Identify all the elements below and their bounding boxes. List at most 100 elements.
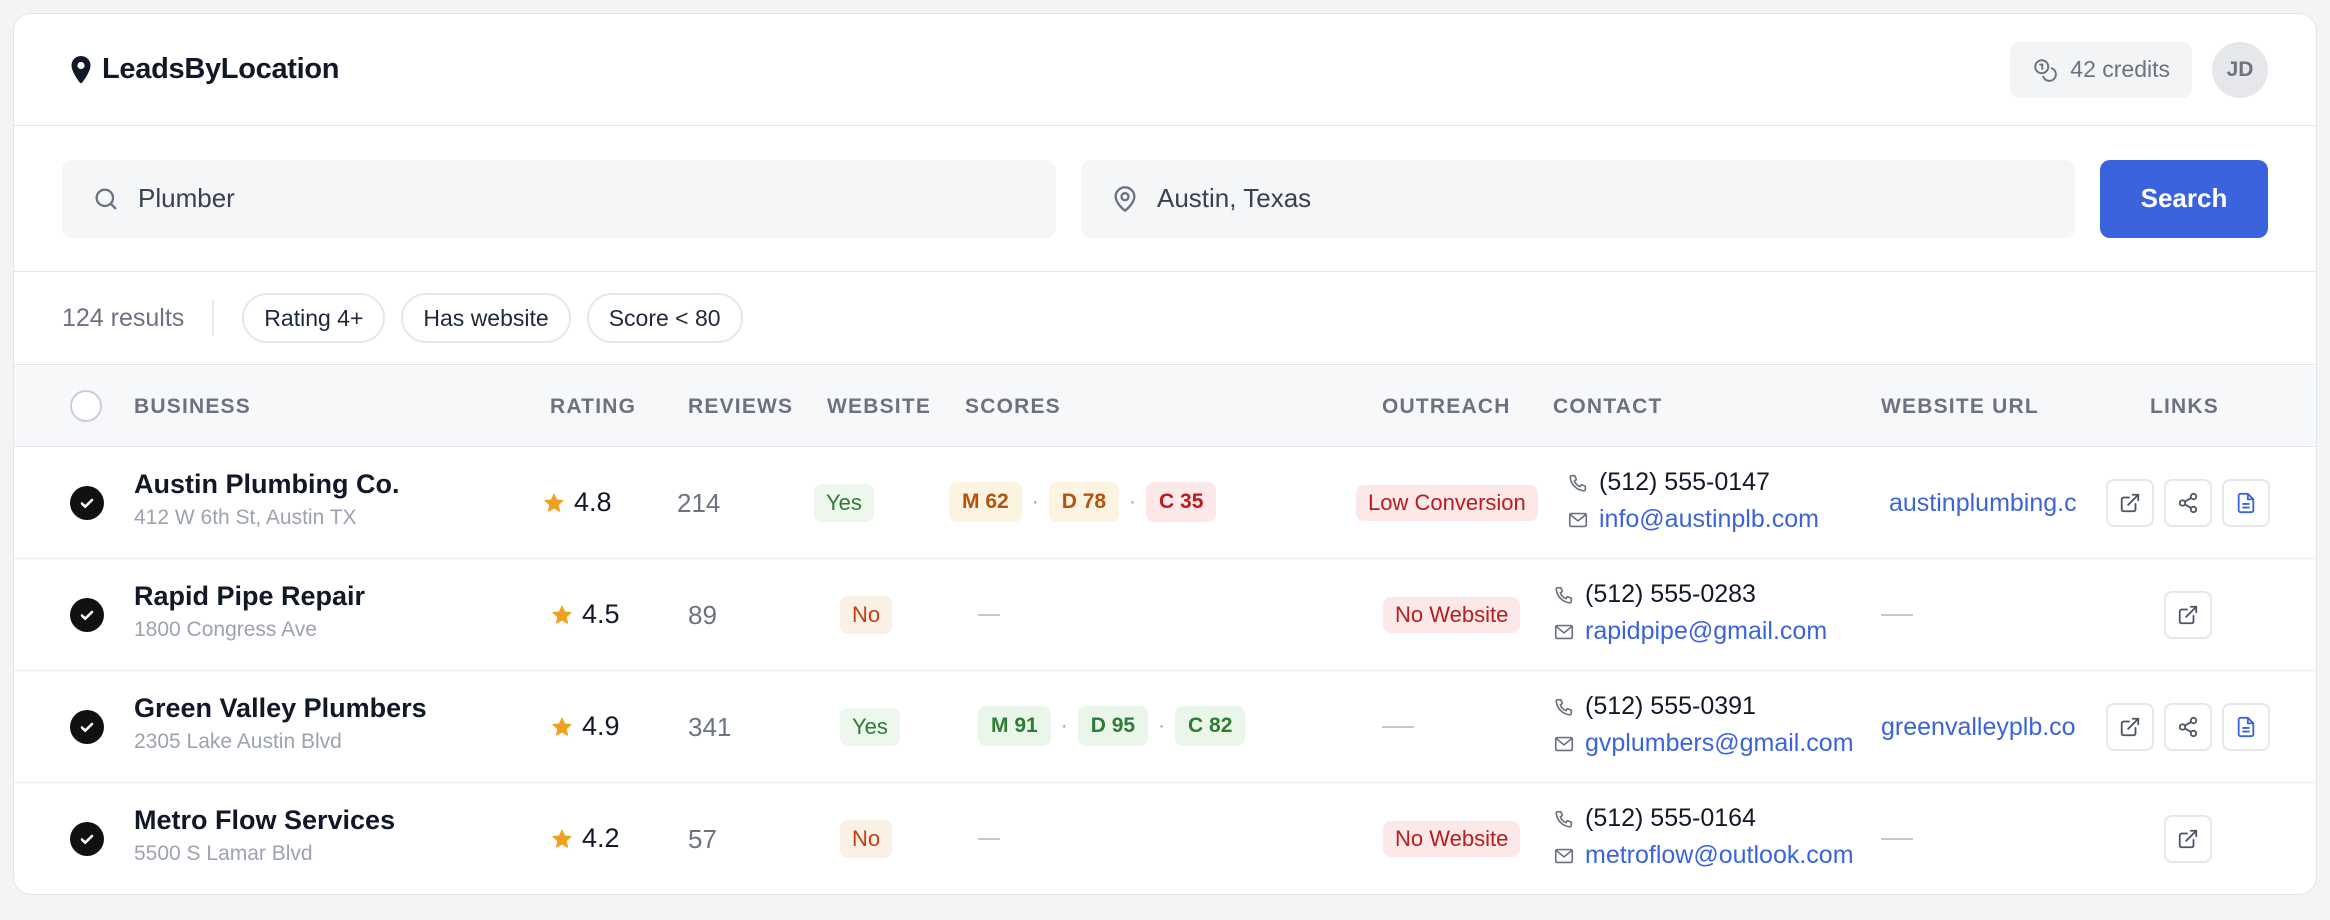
contact-email[interactable]: metroflow@outlook.com: [1553, 841, 1854, 870]
search-icon: [95, 188, 117, 209]
select-all-checkbox[interactable]: [70, 390, 102, 422]
external-link-icon: [2178, 829, 2198, 849]
check-icon: [80, 498, 94, 508]
star-icon: [544, 492, 564, 512]
brand[interactable]: LeadsByLocation: [69, 53, 340, 86]
rating-value: 4.2: [582, 823, 620, 853]
column-rating[interactable]: RATING: [550, 366, 636, 447]
filter-chip-rating[interactable]: Rating 4+: [242, 293, 386, 343]
column-reviews[interactable]: REVIEWS: [688, 366, 793, 447]
star-icon: [552, 828, 572, 848]
location-pin-icon: [1114, 185, 1136, 212]
location-input[interactable]: Austin, Texas: [1081, 159, 2075, 238]
location-value: Austin, Texas: [1157, 183, 1312, 213]
contact-phone[interactable]: (512) 555-0283: [1553, 580, 1827, 609]
empty-scores: [978, 838, 1000, 840]
credits-text: 42 credits: [2070, 56, 2170, 82]
website-status-badge: Yes: [840, 708, 900, 746]
rating-value: 4.8: [574, 487, 612, 517]
column-website-url[interactable]: WEBSITE URL: [1881, 366, 2039, 447]
table-row[interactable]: Metro Flow Services 5500 S Lamar Blvd 4.…: [14, 783, 2316, 894]
external-link-icon: [2120, 717, 2140, 737]
outreach-badge: Low Conversion: [1356, 485, 1538, 521]
brand-name: LeadsByLocation: [102, 53, 340, 85]
contact-email[interactable]: rapidpipe@gmail.com: [1553, 617, 1827, 646]
filter-chip-score[interactable]: Score < 80: [586, 293, 743, 343]
open-link-button[interactable]: [2164, 591, 2212, 639]
external-link-icon: [2178, 605, 2198, 625]
phone-icon: [1555, 586, 1573, 604]
credits-badge[interactable]: 42 credits: [2010, 41, 2192, 98]
phone-number: (512) 555-0164: [1585, 804, 1756, 832]
share-icon: [2178, 492, 2198, 514]
mail-icon: [1568, 512, 1588, 527]
column-links[interactable]: LINKS: [2150, 366, 2219, 447]
table-row[interactable]: Austin Plumbing Co. 412 W 6th St, Austin…: [14, 447, 2316, 559]
filter-chip-has-website[interactable]: Has website: [401, 293, 571, 343]
contact-phone[interactable]: (512) 555-0391: [1553, 692, 1854, 721]
website-url-link[interactable]: austinplumbing.c: [1889, 489, 2077, 518]
email-address: gvplumbers@gmail.com: [1585, 729, 1854, 757]
email-address: rapidpipe@gmail.com: [1585, 617, 1828, 645]
filter-bar: 124 results Rating 4+ Has website Score …: [14, 272, 2316, 365]
report-button[interactable]: [2222, 479, 2270, 527]
website-url-link[interactable]: greenvalleyplb.co: [1881, 713, 2076, 742]
open-link-button[interactable]: [2106, 479, 2154, 527]
business-name[interactable]: Austin Plumbing Co.: [134, 469, 399, 500]
score-badge: M 91: [978, 706, 1051, 746]
row-checkbox[interactable]: [70, 598, 104, 632]
document-icon: [2237, 716, 2255, 738]
business-name[interactable]: Rapid Pipe Repair: [134, 581, 365, 612]
column-business[interactable]: BUSINESS: [134, 366, 251, 447]
row-checkbox[interactable]: [70, 822, 104, 856]
table-row[interactable]: Rapid Pipe Repair 1800 Congress Ave 4.5 …: [14, 559, 2316, 671]
share-button[interactable]: [2164, 479, 2212, 527]
check-icon: [80, 722, 94, 732]
score-badge: C 82: [1175, 706, 1246, 746]
reviews-count: 214: [677, 488, 721, 518]
score-badge: D 78: [1048, 482, 1120, 522]
phone-number: (512) 555-0147: [1599, 468, 1770, 496]
row-checkbox[interactable]: [70, 486, 104, 520]
empty-scores: [978, 614, 1000, 616]
column-scores[interactable]: SCORES: [965, 366, 1061, 447]
business-name[interactable]: Green Valley Plumbers: [134, 693, 427, 724]
business-name[interactable]: Metro Flow Services: [134, 805, 395, 836]
business-address: 412 W 6th St, Austin TX: [134, 506, 357, 529]
mail-icon: [1554, 848, 1574, 863]
table-row[interactable]: Green Valley Plumbers 2305 Lake Austin B…: [14, 671, 2316, 783]
report-button[interactable]: [2222, 703, 2270, 751]
mail-icon: [1554, 736, 1574, 751]
contact-phone[interactable]: (512) 555-0164: [1553, 804, 1854, 833]
row-checkbox[interactable]: [70, 710, 104, 744]
share-button[interactable]: [2164, 703, 2212, 751]
contact-email[interactable]: gvplumbers@gmail.com: [1553, 729, 1854, 758]
open-link-button[interactable]: [2106, 703, 2154, 751]
empty-website-url: [1881, 838, 1913, 840]
column-outreach[interactable]: OUTREACH: [1382, 366, 1511, 447]
rating: 4.2: [550, 823, 620, 854]
column-website[interactable]: WEBSITE: [827, 366, 931, 447]
score-badge: C 35: [1146, 482, 1217, 522]
contact-email[interactable]: info@austinplb.com: [1567, 505, 1819, 534]
share-icon: [2178, 716, 2198, 738]
contact-phone[interactable]: (512) 555-0147: [1567, 468, 1819, 497]
score-badge: M 62: [949, 482, 1022, 522]
column-contact[interactable]: CONTACT: [1553, 366, 1663, 447]
phone-number: (512) 555-0391: [1585, 692, 1756, 720]
avatar[interactable]: JD: [2212, 41, 2268, 98]
check-icon: [80, 834, 94, 844]
empty-outreach: [1382, 726, 1414, 728]
phone-icon: [1569, 474, 1587, 492]
top-bar: LeadsByLocation 42 credits JD: [14, 14, 2316, 126]
search-input[interactable]: Plumber: [62, 159, 1056, 238]
business-address: 5500 S Lamar Blvd: [134, 842, 313, 865]
rating: 4.5: [550, 599, 620, 630]
search-button[interactable]: Search: [2100, 159, 2268, 238]
open-link-button[interactable]: [2164, 815, 2212, 863]
website-status-badge: No: [840, 820, 893, 858]
document-icon: [2237, 492, 2255, 514]
result-count: 124 results: [62, 303, 185, 332]
coins-icon: [2034, 58, 2058, 82]
map-pin-icon: [71, 55, 91, 83]
